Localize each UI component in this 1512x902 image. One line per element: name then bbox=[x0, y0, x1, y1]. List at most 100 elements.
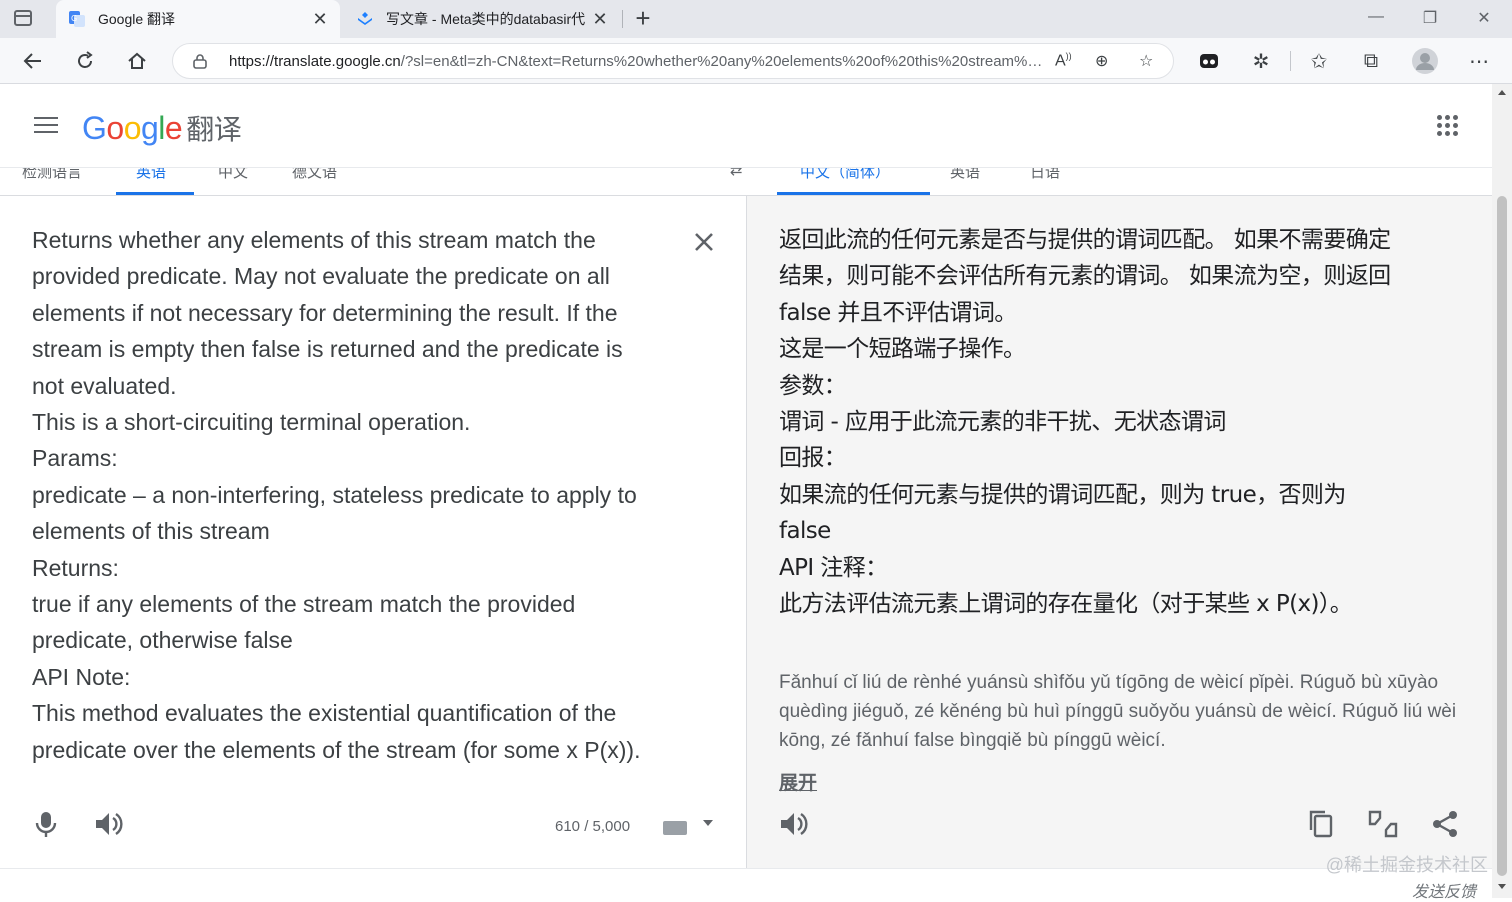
source-lang-underline bbox=[116, 192, 194, 195]
source-text-line: predicate over the elements of the strea… bbox=[32, 736, 641, 763]
google-apps-icon[interactable] bbox=[1437, 115, 1459, 137]
source-text-line: predicate – a non-interfering, stateless… bbox=[32, 481, 637, 508]
extensions-puzzle-icon[interactable]: ✲ bbox=[1246, 46, 1276, 76]
add-favorite-icon[interactable]: ☆ bbox=[1139, 51, 1153, 71]
logo-letter: G bbox=[82, 110, 107, 146]
input-tools-dropdown-icon[interactable] bbox=[703, 820, 713, 826]
source-textarea[interactable]: Returns whether any elements of this str… bbox=[32, 222, 672, 768]
source-text-line: Returns: bbox=[32, 554, 119, 581]
translation-text-line: API 注释： bbox=[779, 554, 888, 581]
lang-tab-english[interactable]: 英语 bbox=[136, 168, 166, 182]
tab-close-icon[interactable]: ✕ bbox=[588, 9, 612, 30]
tab-google-translate[interactable]: G Google 翻译 ✕ bbox=[56, 0, 340, 38]
transliteration: Fǎnhuí cǐ liú de rènhé yuánsù shìfǒu yǔ … bbox=[779, 672, 1457, 751]
lang-tab-chinese[interactable]: 中文 bbox=[218, 168, 248, 182]
translation-output: 返回此流的任何元素是否与提供的谓词匹配。 如果不需要确定 结果，则可能不会评估所有… bbox=[779, 222, 1459, 622]
logo-letter: g bbox=[140, 110, 159, 146]
translation-text-line: 参数： bbox=[779, 372, 847, 399]
tab-separator bbox=[622, 10, 623, 28]
translate-header: Google 翻译 bbox=[0, 84, 1492, 168]
google-translate-favicon-icon: G bbox=[69, 11, 85, 27]
toolbar-divider bbox=[1290, 51, 1291, 71]
share-translation-icon[interactable] bbox=[1429, 808, 1461, 840]
scrollbar-thumb[interactable] bbox=[1497, 196, 1507, 876]
source-text-line: predicate, otherwise false bbox=[32, 627, 293, 654]
address-bar[interactable]: https://translate.google.cn/?sl=en&tl=zh… bbox=[172, 43, 1174, 79]
source-text-line: stream is empty then false is returned a… bbox=[32, 336, 623, 363]
translation-text-line: 返回此流的任何元素是否与提供的谓词匹配。 如果不需要确定 bbox=[779, 227, 1391, 253]
browser-tab-strip: G Google 翻译 ✕ 写文章 - Meta类中的databasir代 ✕ … bbox=[0, 0, 1512, 38]
collections-icon[interactable]: ⧉ bbox=[1356, 46, 1386, 76]
target-lang-underline bbox=[777, 192, 930, 195]
scroll-up-icon[interactable] bbox=[1498, 90, 1506, 95]
translation-text-line: 这是一个短路端子操作。 bbox=[779, 336, 1026, 363]
tab-title: 写文章 - Meta类中的databasir代 bbox=[386, 11, 586, 27]
google-translate-logo[interactable]: Google 翻译 bbox=[82, 108, 242, 148]
translation-text-line: false bbox=[779, 518, 831, 545]
juejin-favicon-icon bbox=[358, 12, 372, 25]
translation-text-line: false 并且不评估谓词。 bbox=[779, 299, 1017, 326]
page-bottom-strip bbox=[0, 868, 1492, 898]
translation-text-line: 此方法评估流元素上谓词的存在量化（对于某些 x P(x)）。 bbox=[779, 591, 1353, 618]
translation-panel: 返回此流的任何元素是否与提供的谓词匹配。 如果不需要确定 结果，则可能不会评估所有… bbox=[746, 196, 1492, 868]
restore-icon[interactable]: ❐ bbox=[1420, 8, 1440, 28]
reload-icon[interactable] bbox=[70, 46, 100, 76]
logo-letter: l bbox=[158, 110, 165, 146]
source-text-line: not evaluated. bbox=[32, 372, 177, 399]
scroll-down-icon[interactable] bbox=[1498, 884, 1506, 889]
logo-letter: o bbox=[123, 110, 142, 146]
browser-toolbar: https://translate.google.cn/?sl=en&tl=zh… bbox=[0, 38, 1512, 84]
tab-actions-icon[interactable] bbox=[14, 10, 32, 26]
tab-close-icon[interactable]: ✕ bbox=[308, 9, 332, 30]
translation-text-line: 回报： bbox=[779, 445, 847, 472]
clear-source-icon[interactable] bbox=[690, 228, 718, 256]
logo-letter: e bbox=[164, 110, 183, 146]
new-tab-icon[interactable]: + bbox=[630, 5, 656, 31]
lock-icon[interactable] bbox=[193, 53, 207, 69]
page-scrollbar[interactable] bbox=[1492, 84, 1512, 898]
zoom-icon[interactable]: ⊕ bbox=[1095, 51, 1108, 71]
source-panel: Returns whether any elements of this str… bbox=[0, 196, 746, 868]
svg-text:G: G bbox=[71, 14, 77, 23]
source-text-line: This is a short-circuiting terminal oper… bbox=[32, 409, 471, 436]
lang-tab-german[interactable]: 德文语 bbox=[292, 168, 337, 182]
expand-link[interactable]: 展开 bbox=[779, 768, 817, 795]
lang-tab-detect[interactable]: 检测语言 bbox=[22, 168, 82, 182]
lang-tab-japanese[interactable]: 日语 bbox=[1030, 168, 1060, 182]
window-close-icon[interactable]: ✕ bbox=[1474, 8, 1494, 28]
tab-juejin-editor[interactable]: 写文章 - Meta类中的databasir代 ✕ bbox=[344, 0, 620, 38]
back-icon[interactable] bbox=[18, 46, 48, 76]
language-tab-row: 检测语言 英语 中文 德文语 ⇄ 中文（简体） 英语 日语 bbox=[0, 168, 1492, 196]
profile-avatar-icon[interactable] bbox=[1410, 46, 1440, 76]
more-menu-icon[interactable]: ⋯ bbox=[1464, 46, 1494, 76]
url-text[interactable]: https://translate.google.cn/?sl=en&tl=zh… bbox=[229, 53, 1049, 70]
microphone-icon[interactable] bbox=[30, 808, 62, 840]
home-icon[interactable] bbox=[122, 46, 152, 76]
character-counter: 610 / 5,000 bbox=[555, 818, 631, 835]
juejin-watermark: @稀土掘金技术社区 bbox=[1325, 855, 1488, 875]
minimize-icon[interactable]: — bbox=[1366, 8, 1386, 26]
translation-text-line: 谓词 - 应用于此流元素的非干扰、无状态谓词 bbox=[779, 409, 1226, 436]
translation-text-line: 如果流的任何元素与提供的谓词匹配，则为 true，否则为 bbox=[779, 481, 1346, 508]
source-text-line: API Note: bbox=[32, 663, 131, 690]
lang-tab-chinese-simplified[interactable]: 中文（简体） bbox=[800, 168, 890, 182]
source-text-line: true if any elements of the stream match… bbox=[32, 591, 576, 618]
listen-translation-icon[interactable] bbox=[777, 808, 809, 840]
source-text-line: elements if not necessary for determinin… bbox=[32, 299, 618, 326]
main-menu-icon[interactable] bbox=[34, 117, 58, 135]
send-feedback-link[interactable]: 发送反馈 bbox=[1412, 878, 1476, 902]
extension-icon[interactable] bbox=[1194, 46, 1224, 76]
lang-tab-english-target[interactable]: 英语 bbox=[950, 168, 980, 182]
keyboard-icon[interactable] bbox=[663, 821, 687, 835]
copy-translation-icon[interactable] bbox=[1305, 808, 1337, 840]
source-text-line: Params: bbox=[32, 445, 118, 472]
favorites-icon[interactable]: ✩ bbox=[1304, 46, 1334, 76]
source-text-line: provided predicate. May not evaluate the… bbox=[32, 263, 610, 290]
source-text-line: Returns whether any elements of this str… bbox=[32, 227, 596, 253]
rate-translation-icon[interactable] bbox=[1367, 808, 1399, 840]
listen-source-icon[interactable] bbox=[92, 808, 124, 840]
translation-text-line: 结果，则可能不会评估所有元素的谓词。 如果流为空，则返回 bbox=[779, 263, 1391, 290]
tab-title: Google 翻译 bbox=[98, 11, 176, 27]
read-aloud-icon[interactable]: A)) bbox=[1055, 51, 1072, 70]
swap-languages-icon[interactable]: ⇄ bbox=[730, 168, 743, 179]
